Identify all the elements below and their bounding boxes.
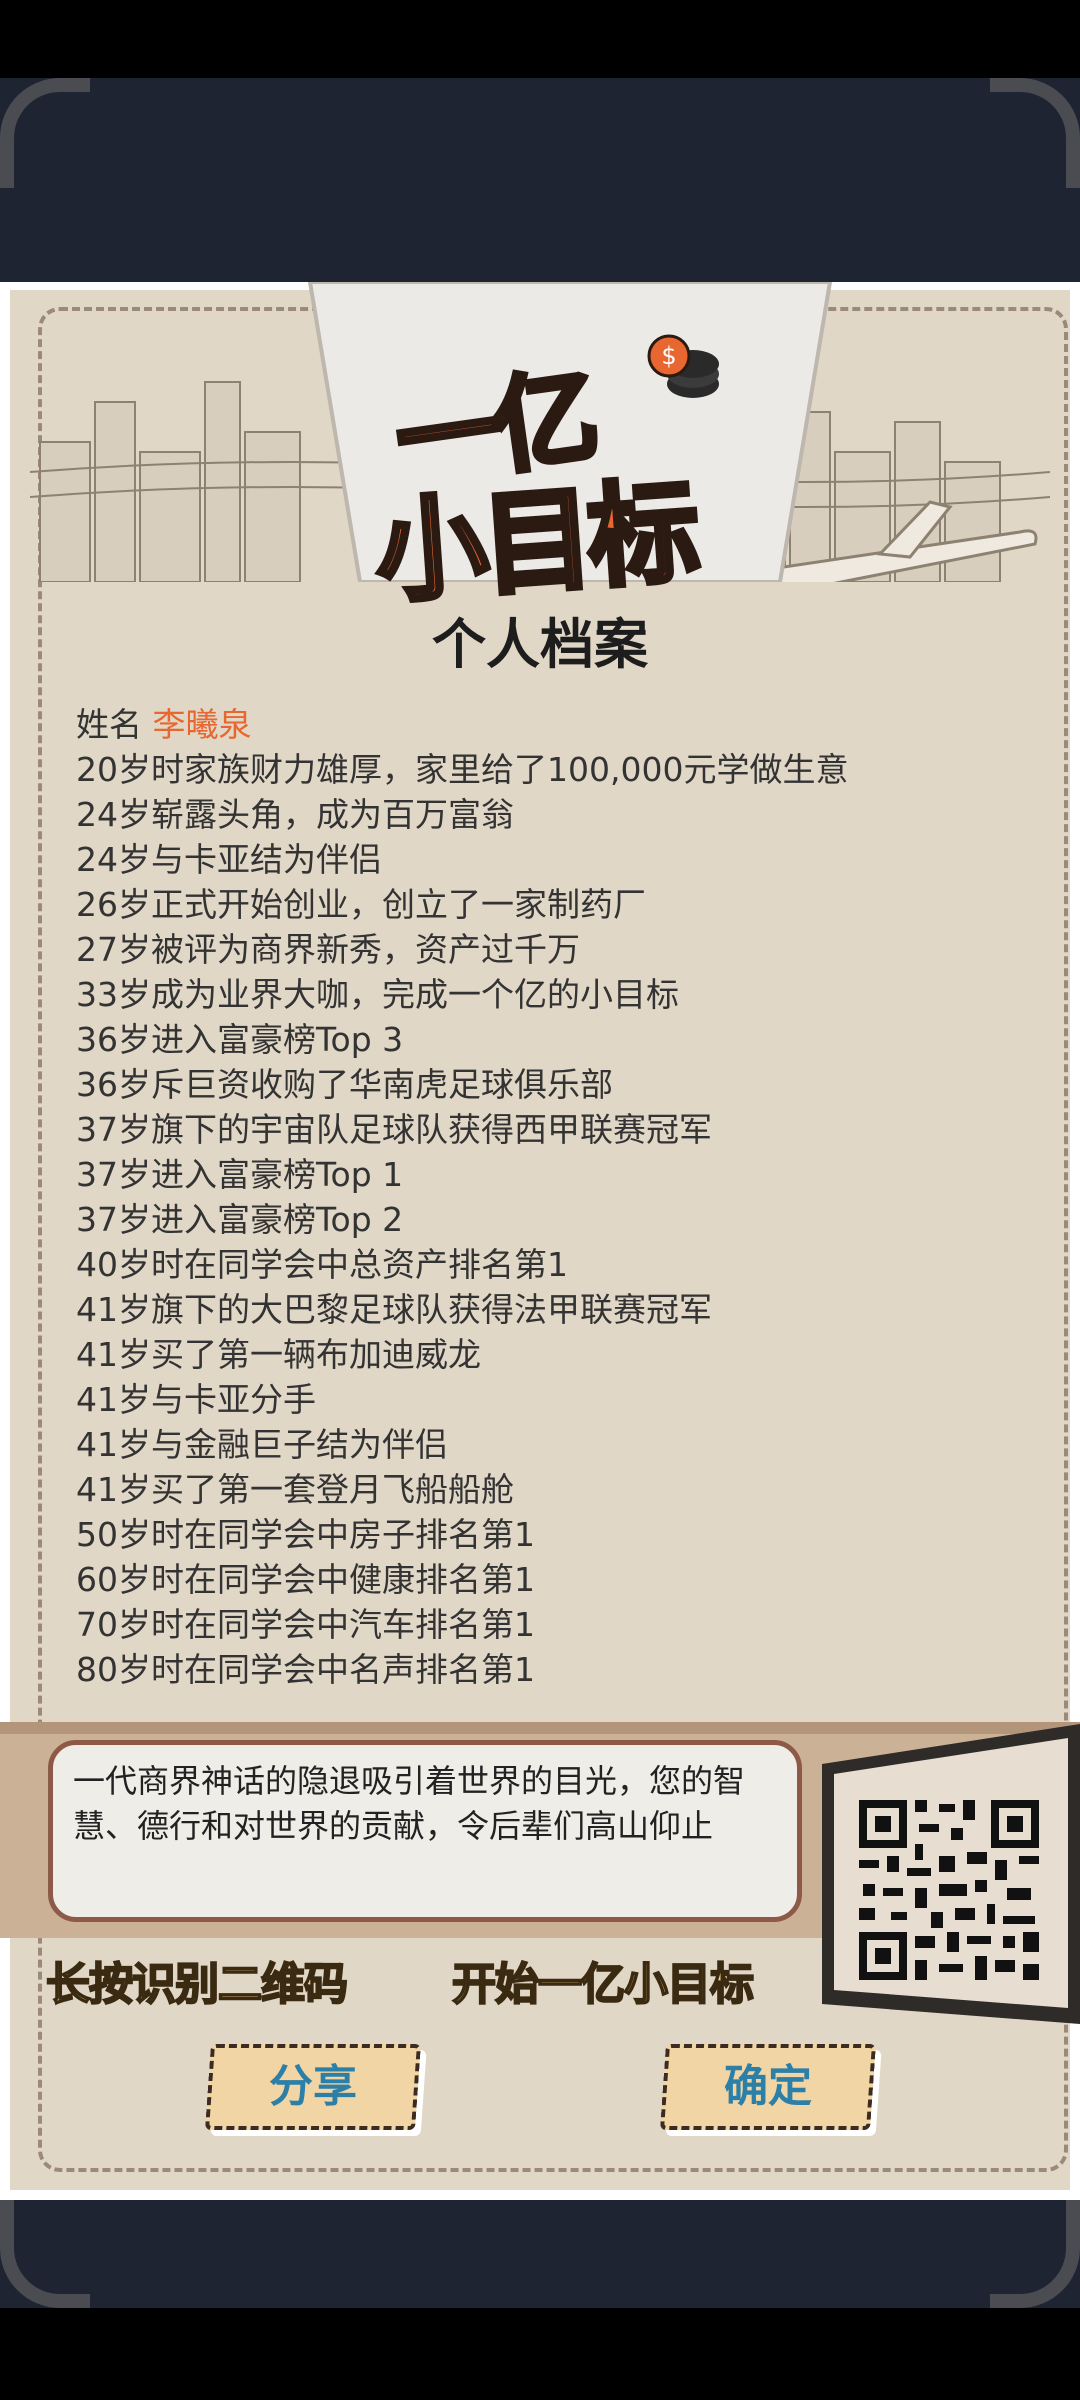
list-item: 41岁与金融巨子结为伴侣 [76,1425,448,1464]
life-events-list: 姓名 李曦泉 20岁时家族财力雄厚，家里给了100,000元学做生意 24岁崭露… [76,702,1026,1692]
list-item: 37岁进入富豪榜Top 2 [76,1200,404,1239]
list-item: 20岁时家族财力雄厚，家里给了100,000元学做生意 [76,750,849,789]
list-item: 80岁时在同学会中名声排名第1 [76,1650,535,1689]
logo-text-xiao-mu-biao: 小目标 [369,465,700,622]
share-button[interactable]: 分享 [204,2044,422,2130]
list-item: 37岁旗下的宇宙队足球队获得西甲联赛冠军 [76,1110,712,1149]
qr-code[interactable] [855,1796,1043,1984]
list-item: 36岁斥巨资收购了华南虎足球俱乐部 [76,1065,613,1104]
coin-stack-icon: $ [647,334,719,398]
summary-box: 一代商界神话的隐退吸引着世界的目光，您的智慧、德行和对世界的贡献，令后辈们高山仰… [48,1740,802,1922]
list-item: 36岁进入富豪榜Top 3 [76,1020,404,1059]
confirm-button-label: 确定 [724,2061,812,2112]
page-title: 个人档案 [432,613,648,676]
player-name: 李曦泉 [152,705,252,744]
list-item: 33岁成为业界大咖，完成一个亿的小目标 [76,975,679,1014]
list-item: 50岁时在同学会中房子排名第1 [76,1515,535,1554]
list-item: 41岁买了第一套登月飞船船舱 [76,1470,514,1509]
start-game-text[interactable]: 开始一亿小目标 [451,1948,755,2012]
list-item: 41岁买了第一辆布加迪威龙 [76,1335,481,1374]
summary-text: 一代商界神话的隐退吸引着世界的目光，您的智慧、德行和对世界的贡献，令后辈们高山仰… [73,1762,746,1845]
list-item: 37岁进入富豪榜Top 1 [76,1155,404,1194]
name-label: 姓名 [76,705,142,744]
list-item: 27岁被评为商界新秀，资产过千万 [76,930,580,969]
share-button-label: 分享 [269,2061,357,2112]
svg-text:$: $ [661,342,676,370]
name-row: 姓名 李曦泉 [76,702,1026,747]
list-item: 60岁时在同学会中健康排名第1 [76,1560,535,1599]
list-item: 26岁正式开始创业，创立了一家制药厂 [76,885,646,924]
list-item: 70岁时在同学会中汽车排名第1 [76,1605,535,1644]
list-item: 41岁与卡亚分手 [76,1380,316,1419]
list-item: 24岁与卡亚结为伴侣 [76,840,382,879]
list-item: 41岁旗下的大巴黎足球队获得法甲联赛冠军 [76,1290,712,1329]
list-item: 40岁时在同学会中总资产排名第1 [76,1245,568,1284]
confirm-button[interactable]: 确定 [659,2044,877,2130]
qr-hint-text: 长按识别二维码 [45,1958,349,2011]
list-item: 24岁崭露头角，成为百万富翁 [76,795,514,834]
